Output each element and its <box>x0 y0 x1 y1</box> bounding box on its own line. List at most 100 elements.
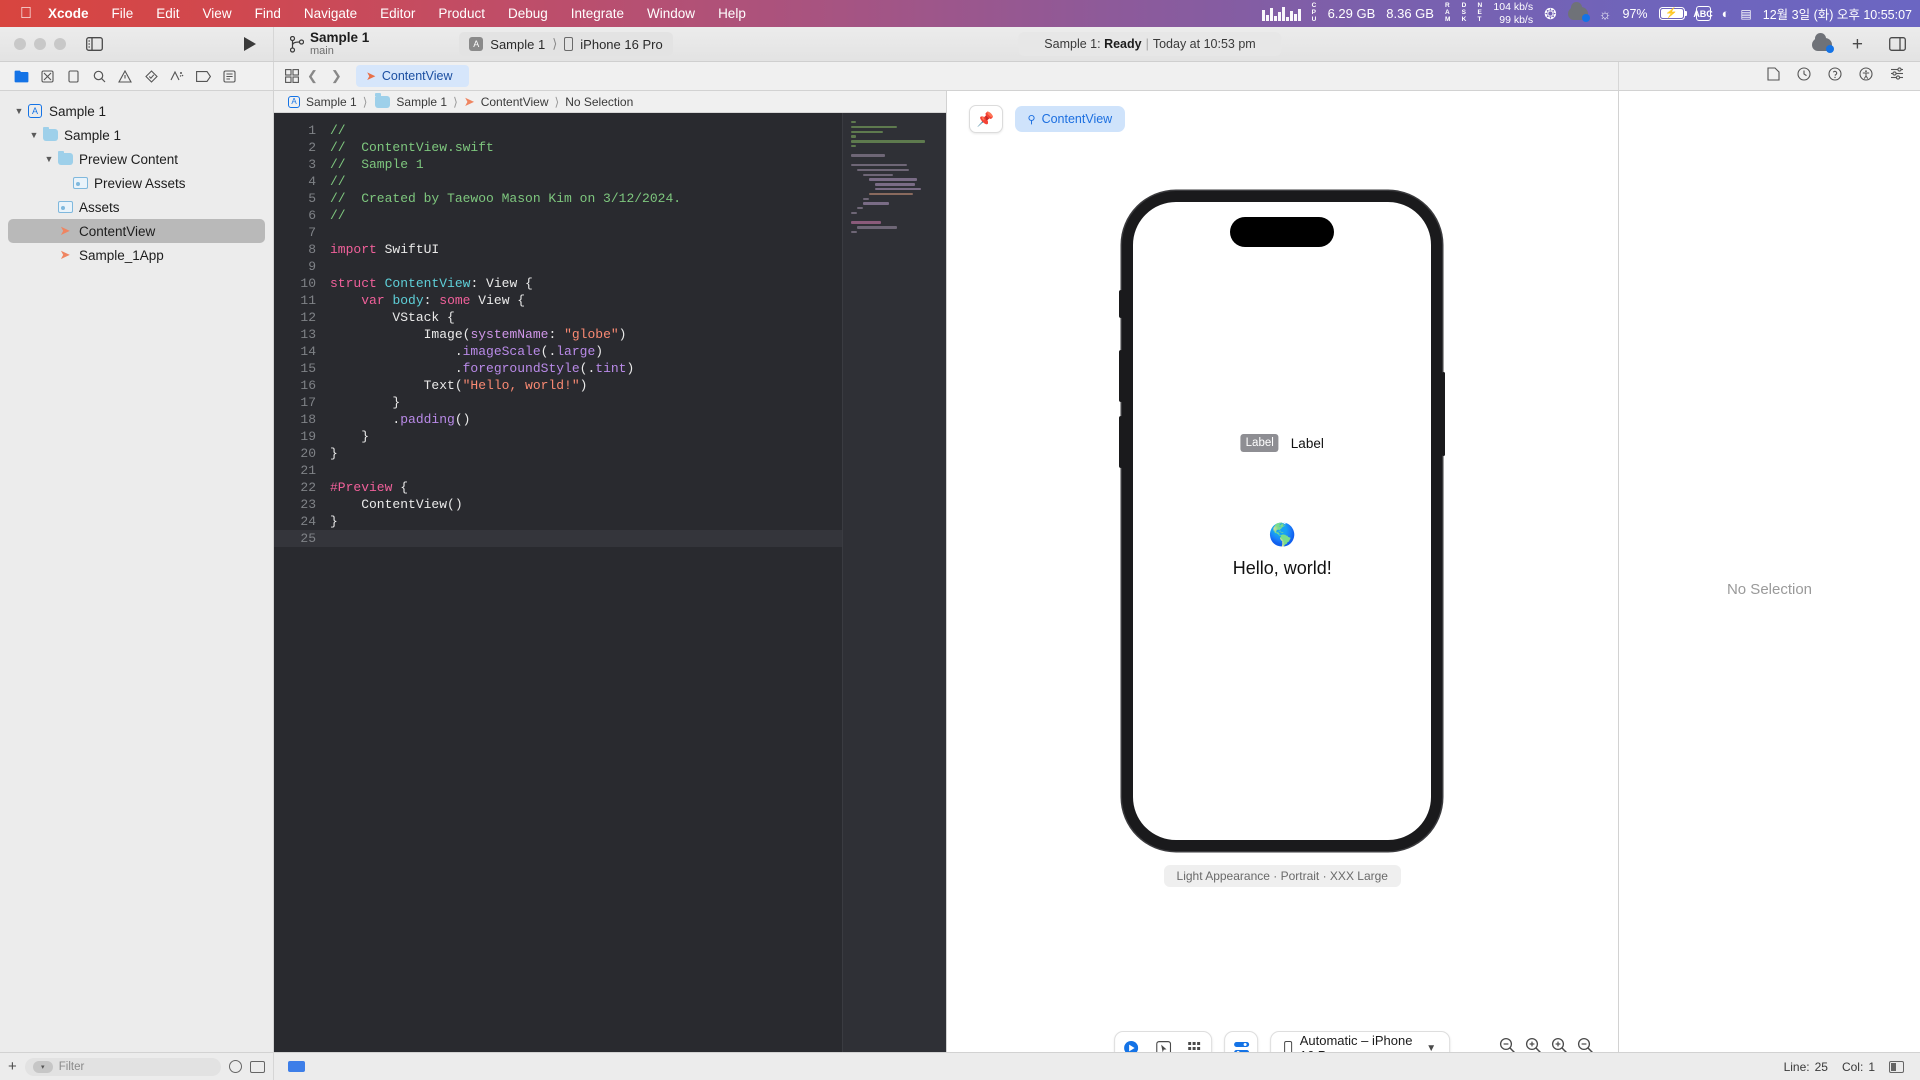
code-line[interactable]: 7 <box>274 225 330 240</box>
code-line[interactable]: 13 Image(systemName: "globe") <box>274 327 626 342</box>
run-button[interactable] <box>243 36 257 52</box>
cloud-sync-icon[interactable] <box>1567 2 1590 22</box>
code-line[interactable]: 12 VStack { <box>274 310 454 325</box>
control-center-icon[interactable]: ▤ <box>1740 7 1751 21</box>
code-line[interactable]: 5 // Created by Taewoo Mason Kim on 3/12/… <box>274 191 681 206</box>
find-navigator-icon[interactable] <box>86 65 112 87</box>
code-line[interactable]: 17 } <box>274 395 400 410</box>
iphone-device-frame[interactable]: Label Label 🌎 Hello, world! <box>1119 191 1446 851</box>
pin-icon[interactable]: 📌 <box>968 105 1003 133</box>
tree-item-group-sample1[interactable]: ▼ Sample 1 <box>0 123 273 147</box>
apple-logo-icon[interactable]:  <box>20 5 32 22</box>
project-title-block[interactable]: Sample 1 main <box>310 30 369 58</box>
tree-item-preview-content[interactable]: ▼ Preview Content <box>0 147 273 171</box>
ram-total-value[interactable]: 8.36 GB <box>1386 6 1434 21</box>
code-line[interactable]: 24} <box>274 514 337 529</box>
menu-bar-clock[interactable]: 12월 3일 (화) 오후 10:55:07 <box>1763 4 1912 23</box>
plus-icon[interactable]: + <box>1852 35 1863 54</box>
test-navigator-icon[interactable] <box>138 65 164 87</box>
code-line[interactable]: 25 <box>274 530 842 547</box>
recent-files-filter-icon[interactable] <box>229 1060 242 1073</box>
menu-item-find[interactable]: Find <box>255 6 281 21</box>
recent-filter-icon[interactable]: ▾ <box>32 1060 53 1073</box>
disclosure-triangle-icon[interactable]: ▼ <box>42 154 56 164</box>
debug-navigator-icon[interactable] <box>164 65 190 87</box>
code-line[interactable]: 18 .padding() <box>274 412 470 427</box>
swift-source-code[interactable]: 1 // 2 // ContentView.swift 3 // Sample 1 4… <box>274 113 842 564</box>
code-line[interactable]: 4 // <box>274 174 345 189</box>
wifi-icon[interactable]: ◐ <box>1722 6 1730 21</box>
source-control-navigator-icon[interactable] <box>34 65 60 87</box>
inspector-toggle-icon[interactable] <box>1889 37 1906 51</box>
menu-item-product[interactable]: Product <box>438 6 485 21</box>
code-line[interactable]: 23 ContentView() <box>274 497 462 512</box>
code-line[interactable]: 21 <box>274 463 330 478</box>
battery-charging-icon[interactable]: ⚡ <box>1658 7 1688 20</box>
code-line[interactable]: 11 var body: some View { <box>274 293 525 308</box>
menu-item-file[interactable]: File <box>112 6 134 21</box>
code-line[interactable]: 10 struct ContentView: View { <box>274 276 532 291</box>
tree-item-project[interactable]: ▼ A Sample 1 <box>0 99 273 123</box>
disclosure-triangle-icon[interactable]: ▼ <box>27 130 41 140</box>
menu-item-xcode[interactable]: Xcode <box>48 6 89 21</box>
disclosure-triangle-icon[interactable]: ▼ <box>12 106 26 116</box>
project-navigator-icon[interactable] <box>8 65 34 87</box>
attributes-inspector-icon[interactable] <box>1890 67 1904 85</box>
menu-item-integrate[interactable]: Integrate <box>571 6 624 21</box>
quick-help-inspector-icon[interactable] <box>1828 66 1842 86</box>
close-button[interactable] <box>14 38 26 50</box>
tree-item-sample1app[interactable]: ➤ Sample_1App <box>0 243 273 267</box>
menu-item-navigate[interactable]: Navigate <box>304 6 357 21</box>
tree-item-contentview[interactable]: ➤ ContentView <box>8 219 265 243</box>
openai-icon[interactable]: ❂ <box>1544 5 1557 23</box>
zoom-button[interactable] <box>54 38 66 50</box>
filter-toggle-icon[interactable] <box>250 1060 265 1073</box>
bookmark-navigator-icon[interactable] <box>60 65 86 87</box>
menu-item-help[interactable]: Help <box>718 6 746 21</box>
editor-minimap[interactable] <box>841 113 946 1080</box>
breadcrumb-item-1[interactable]: Sample 1 <box>396 95 447 109</box>
input-source-indicator[interactable]: ABC <box>1693 6 1713 21</box>
breakpoint-navigator-icon[interactable] <box>190 65 216 87</box>
code-line[interactable]: 8 import SwiftUI <box>274 242 439 257</box>
related-items-icon[interactable] <box>284 69 299 84</box>
navigator-filter-input-bottom[interactable]: ▾ Filter <box>24 1057 221 1076</box>
code-line[interactable]: 1 // <box>274 123 345 138</box>
add-file-button[interactable]: + <box>8 1059 17 1074</box>
preview-chip-contentview[interactable]: ⚲ ContentView <box>1014 106 1126 132</box>
scheme-destination-picker[interactable]: A Sample 1 ⟩ iPhone 16 Pro <box>459 32 673 56</box>
breadcrumb-item-0[interactable]: Sample 1 <box>306 95 357 109</box>
source-editor[interactable]: 1 // 2 // ContentView.swift 3 // Sample 1 4… <box>274 113 946 1080</box>
minimize-button[interactable] <box>34 38 46 50</box>
code-line[interactable]: 9 <box>274 259 330 274</box>
menu-item-window[interactable]: Window <box>647 6 695 21</box>
code-text-area[interactable]: 1 // 2 // ContentView.swift 3 // Sample 1 4… <box>274 113 842 1080</box>
minimap-toggle-icon[interactable] <box>1889 1060 1904 1073</box>
debug-area-icon[interactable] <box>288 1061 305 1072</box>
history-inspector-icon[interactable] <box>1797 66 1811 86</box>
chevron-right-icon[interactable]: ❯ <box>326 68 347 84</box>
code-line[interactable]: 16 Text("Hello, world!") <box>274 378 587 393</box>
code-line[interactable]: 6 // <box>274 208 345 223</box>
report-navigator-icon[interactable] <box>216 65 242 87</box>
code-line[interactable]: 14 .imageScale(.large) <box>274 344 603 359</box>
ram-used-value[interactable]: 6.29 GB <box>1328 6 1376 21</box>
tree-item-assets[interactable]: Assets <box>0 195 273 219</box>
code-line[interactable]: 2 // ContentView.swift <box>274 140 494 155</box>
brightness-icon[interactable]: ☼ <box>1599 6 1612 22</box>
editor-tab-contentview[interactable]: ➤ ContentView <box>355 65 469 87</box>
battery-percent[interactable]: 97% <box>1623 7 1648 21</box>
file-inspector-icon[interactable] <box>1767 66 1780 86</box>
window-traffic-lights[interactable] <box>14 38 66 50</box>
network-speed[interactable]: 104 kb/s 99 kb/s <box>1493 1 1533 26</box>
menu-item-debug[interactable]: Debug <box>508 6 548 21</box>
menu-item-view[interactable]: View <box>203 6 232 21</box>
cloud-status-icon[interactable] <box>1811 32 1834 53</box>
menu-item-edit[interactable]: Edit <box>156 6 179 21</box>
code-line[interactable]: 19 } <box>274 429 369 444</box>
tree-item-preview-assets[interactable]: Preview Assets <box>0 171 273 195</box>
accessibility-inspector-icon[interactable] <box>1859 66 1873 86</box>
activity-status-bar[interactable]: Sample 1: Ready | Today at 10:53 pm <box>1018 32 1282 56</box>
menu-item-editor[interactable]: Editor <box>380 6 415 21</box>
chevron-left-icon[interactable]: ❮ <box>302 68 323 84</box>
